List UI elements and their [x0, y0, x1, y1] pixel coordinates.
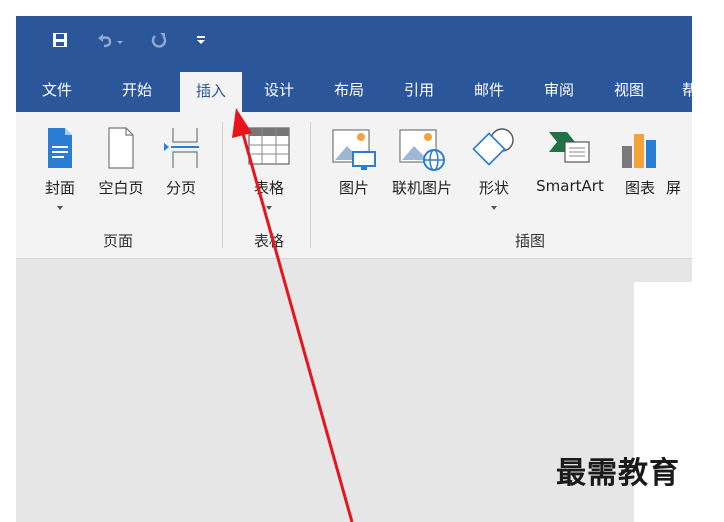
screenshot-button[interactable]: 屏	[666, 112, 692, 222]
shapes-dropdown-icon[interactable]	[491, 206, 497, 210]
tab-view[interactable]: 视图	[614, 68, 644, 112]
tab-mailings[interactable]: 邮件	[474, 68, 504, 112]
group-label-tables: 表格	[253, 232, 284, 250]
shapes-label: 形状	[478, 179, 509, 197]
watermark-text: 最需教育	[556, 456, 680, 491]
page-break-label: 分页	[165, 179, 196, 197]
chart-label: 图表	[624, 179, 655, 197]
tab-insert[interactable]: 插入	[180, 72, 242, 112]
smartart-icon	[547, 126, 593, 170]
group-label-illustrations: 插图	[514, 232, 545, 250]
group-label-pages: 页面	[102, 232, 133, 250]
page-break-button[interactable]: 分页	[158, 112, 204, 222]
online-pictures-icon	[398, 126, 446, 176]
table-dropdown-icon[interactable]	[266, 206, 272, 210]
undo-icon[interactable]	[92, 28, 126, 52]
shapes-icon	[470, 126, 518, 174]
pictures-icon	[331, 126, 377, 176]
table-button[interactable]: 表格	[244, 112, 294, 222]
pictures-button[interactable]: 图片	[330, 112, 378, 222]
tab-help[interactable]: 帮	[682, 68, 692, 112]
tab-layout[interactable]: 布局	[334, 68, 364, 112]
blank-page-label: 空白页	[98, 179, 144, 197]
tab-file[interactable]: 文件	[42, 68, 72, 112]
save-icon[interactable]	[48, 28, 72, 52]
ribbon-insert: 封面 空白页 分页 页面 表格 表格 图片 联机图片 形状 SmartArt 图…	[16, 112, 692, 259]
tab-references[interactable]: 引用	[404, 68, 434, 112]
smartart-label: SmartArt	[536, 177, 604, 195]
shapes-button[interactable]: 形状	[468, 112, 520, 222]
smartart-button[interactable]: SmartArt	[526, 112, 614, 222]
table-icon	[248, 126, 290, 170]
tab-review[interactable]: 审阅	[544, 68, 574, 112]
table-label: 表格	[253, 179, 284, 197]
blank-page-button[interactable]: 空白页	[90, 112, 152, 222]
group-separator	[222, 122, 223, 248]
redo-icon[interactable]	[146, 28, 172, 52]
screenshot-label: 屏	[666, 179, 682, 197]
online-pictures-label: 联机图片	[391, 179, 452, 197]
cover-dropdown-icon[interactable]	[57, 206, 63, 210]
cover-page-button[interactable]: 封面	[36, 112, 84, 222]
word-window: 文件 开始 插入 设计 布局 引用 邮件 审阅 视图 帮 封面 空白页 分页 页…	[16, 16, 692, 522]
ribbon-tabs: 文件 开始 插入 设计 布局 引用 邮件 审阅 视图 帮	[16, 68, 692, 112]
blank-page-icon	[105, 126, 137, 174]
chart-icon	[620, 126, 660, 174]
pictures-label: 图片	[338, 179, 369, 197]
title-bar	[16, 16, 692, 68]
online-pictures-button[interactable]: 联机图片	[384, 112, 460, 222]
page-break-icon	[161, 126, 201, 174]
group-separator	[310, 122, 311, 248]
customize-qat-icon[interactable]	[194, 28, 208, 52]
chart-button[interactable]: 图表	[620, 112, 660, 222]
cover-icon	[44, 126, 76, 174]
tab-home[interactable]: 开始	[122, 68, 152, 112]
cover-label: 封面	[44, 179, 75, 197]
tab-design[interactable]: 设计	[264, 68, 294, 112]
